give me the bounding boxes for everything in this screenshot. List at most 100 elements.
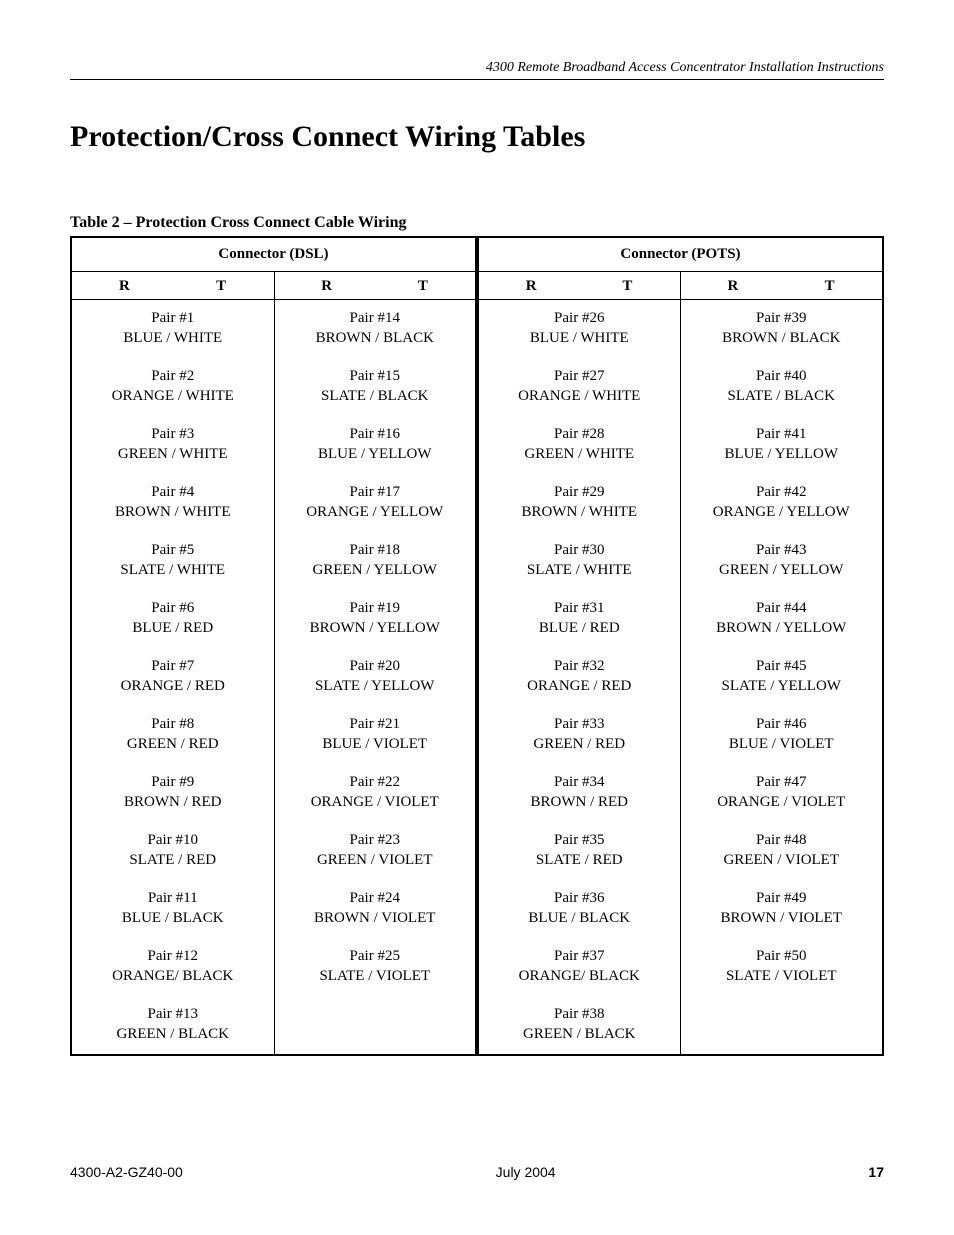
pair-color: BROWN / WHITE	[479, 503, 680, 523]
footer-center: July 2004	[496, 1164, 556, 1180]
table-row: Pair #7ORANGE / REDPair #20SLATE / YELLO…	[71, 648, 883, 706]
table-cell: Pair #9BROWN / RED	[71, 764, 274, 822]
pair-color: BROWN / VIOLET	[275, 909, 476, 929]
table-row: Pair #5SLATE / WHITEPair #18GREEN / YELL…	[71, 532, 883, 590]
caption-lead: Table 2	[70, 214, 120, 231]
pair-number: Pair #48	[681, 831, 883, 851]
pair-color: BROWN / WHITE	[72, 503, 274, 523]
pair-number: Pair #4	[72, 483, 274, 503]
pair-color: BROWN / BLACK	[681, 329, 883, 349]
pair-color: SLATE / YELLOW	[275, 677, 476, 697]
pair-color: GREEN / YELLOW	[681, 561, 883, 581]
table-cell: Pair #4BROWN / WHITE	[71, 474, 274, 532]
table-row: Pair #8GREEN / REDPair #21BLUE / VIOLETP…	[71, 706, 883, 764]
table-row: Pair #9BROWN / REDPair #22ORANGE / VIOLE…	[71, 764, 883, 822]
table-cell: Pair #15SLATE / BLACK	[274, 358, 477, 416]
pair-color: ORANGE / WHITE	[479, 387, 680, 407]
pair-color: BLUE / BLACK	[479, 909, 680, 929]
table-cell	[680, 996, 883, 1055]
page-title: Protection/Cross Connect Wiring Tables	[70, 120, 884, 154]
table-cell: Pair #16BLUE / YELLOW	[274, 416, 477, 474]
pair-number: Pair #31	[479, 599, 680, 619]
table-cell: Pair #36BLUE / BLACK	[477, 880, 680, 938]
th-rt-4: RT	[680, 272, 883, 300]
wiring-table: Connector (DSL) Connector (POTS) RT RT R…	[70, 236, 884, 1056]
pair-color: BLUE / YELLOW	[275, 445, 476, 465]
pair-color: BROWN / VIOLET	[681, 909, 883, 929]
pair-color: BROWN / BLACK	[275, 329, 476, 349]
table-cell	[274, 996, 477, 1055]
pair-number: Pair #5	[72, 541, 274, 561]
table-row: Pair #2ORANGE / WHITEPair #15SLATE / BLA…	[71, 358, 883, 416]
table-cell: Pair #45SLATE / YELLOW	[680, 648, 883, 706]
pair-color: BLUE / RED	[479, 619, 680, 639]
table-cell: Pair #50SLATE / VIOLET	[680, 938, 883, 996]
table-cell: Pair #20SLATE / YELLOW	[274, 648, 477, 706]
pair-number: Pair #14	[275, 309, 476, 329]
table-cell: Pair #46BLUE / VIOLET	[680, 706, 883, 764]
pair-number: Pair #38	[479, 1005, 680, 1025]
pair-number: Pair #34	[479, 773, 680, 793]
pair-color: SLATE / RED	[479, 851, 680, 871]
pair-color: BROWN / YELLOW	[681, 619, 883, 639]
th-dsl: Connector (DSL)	[71, 237, 477, 272]
pair-color: BLUE / WHITE	[479, 329, 680, 349]
table-cell: Pair #43GREEN / YELLOW	[680, 532, 883, 590]
table-cell: Pair #44BROWN / YELLOW	[680, 590, 883, 648]
table-cell: Pair #31BLUE / RED	[477, 590, 680, 648]
pair-color: BLUE / RED	[72, 619, 274, 639]
table-caption: Table 2 – Protection Cross Connect Cable…	[70, 214, 884, 232]
table-cell: Pair #19BROWN / YELLOW	[274, 590, 477, 648]
pair-number: Pair #47	[681, 773, 883, 793]
th-rt-1: RT	[71, 272, 274, 300]
table-cell: Pair #27ORANGE / WHITE	[477, 358, 680, 416]
table-row: Pair #4BROWN / WHITEPair #17ORANGE / YEL…	[71, 474, 883, 532]
table-cell: Pair #49BROWN / VIOLET	[680, 880, 883, 938]
pair-color: ORANGE / YELLOW	[681, 503, 883, 523]
pair-number: Pair #17	[275, 483, 476, 503]
table-cell: Pair #2ORANGE / WHITE	[71, 358, 274, 416]
pair-number: Pair #32	[479, 657, 680, 677]
pair-color: ORANGE / VIOLET	[275, 793, 476, 813]
pair-number: Pair #16	[275, 425, 476, 445]
table-cell: Pair #41BLUE / YELLOW	[680, 416, 883, 474]
pair-number: Pair #30	[479, 541, 680, 561]
pair-number: Pair #21	[275, 715, 476, 735]
table-cell: Pair #5SLATE / WHITE	[71, 532, 274, 590]
pair-color: BLUE / VIOLET	[275, 735, 476, 755]
pair-number: Pair #20	[275, 657, 476, 677]
pair-number: Pair #28	[479, 425, 680, 445]
caption-rest: Protection Cross Connect Cable Wiring	[136, 214, 407, 231]
table-cell: Pair #13GREEN / BLACK	[71, 996, 274, 1055]
pair-number: Pair #45	[681, 657, 883, 677]
pair-color: SLATE / BLACK	[275, 387, 476, 407]
pair-color: SLATE / VIOLET	[681, 967, 883, 987]
pair-color: GREEN / YELLOW	[275, 561, 476, 581]
table-cell: Pair #12ORANGE/ BLACK	[71, 938, 274, 996]
pair-color: ORANGE / RED	[479, 677, 680, 697]
pair-color: BROWN / RED	[72, 793, 274, 813]
pair-number: Pair #35	[479, 831, 680, 851]
table-row: Pair #13GREEN / BLACK Pair #38 GREEN / BLA…	[71, 996, 883, 1055]
pair-color: SLATE / BLACK	[681, 387, 883, 407]
pair-number: Pair #23	[275, 831, 476, 851]
table-cell: Pair #48GREEN / VIOLET	[680, 822, 883, 880]
table-cell: Pair #28GREEN / WHITE	[477, 416, 680, 474]
table-cell: Pair #40SLATE / BLACK	[680, 358, 883, 416]
table-cell: Pair #30SLATE / WHITE	[477, 532, 680, 590]
pair-number: Pair #7	[72, 657, 274, 677]
table-cell: Pair #21BLUE / VIOLET	[274, 706, 477, 764]
table-cell: Pair #11BLUE / BLACK	[71, 880, 274, 938]
pair-color: SLATE / YELLOW	[681, 677, 883, 697]
pair-number: Pair #37	[479, 947, 680, 967]
pair-number: Pair #24	[275, 889, 476, 909]
pair-color: ORANGE / VIOLET	[681, 793, 883, 813]
pair-number: Pair #22	[275, 773, 476, 793]
pair-color: SLATE / VIOLET	[275, 967, 476, 987]
pair-number: Pair #2	[72, 367, 274, 387]
pair-number: Pair #25	[275, 947, 476, 967]
footer-page-number: 17	[868, 1164, 884, 1180]
table-cell: Pair #24BROWN / VIOLET	[274, 880, 477, 938]
pair-number: Pair #18	[275, 541, 476, 561]
pair-color: GREEN / BLACK	[72, 1025, 274, 1045]
